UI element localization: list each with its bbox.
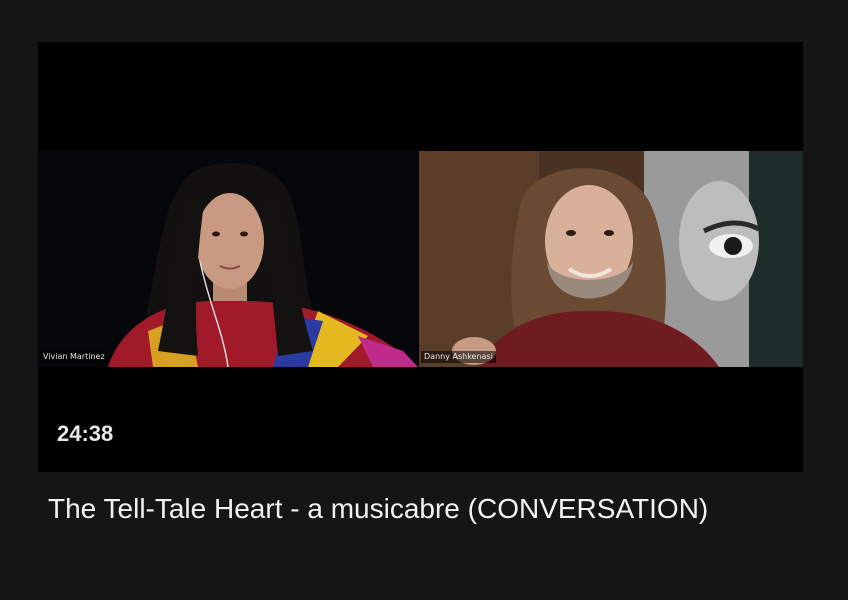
video-title[interactable]: The Tell-Tale Heart - a musicabre (CONVE… — [48, 488, 788, 530]
video-thumbnail[interactable]: Vivian Martinez Danny Ashkenasi 24:38 — [38, 42, 803, 472]
video-duration: 24:38 — [57, 421, 114, 446]
participant-video-frame — [38, 151, 418, 367]
participant-video-frame — [419, 151, 803, 367]
participant-name-tag: Vivian Martinez — [40, 351, 108, 363]
participant-tile-vivian: Vivian Martinez — [38, 151, 418, 367]
participant-name-tag: Danny Ashkenasi — [421, 351, 496, 363]
participant-tile-danny: Danny Ashkenasi — [419, 151, 803, 367]
